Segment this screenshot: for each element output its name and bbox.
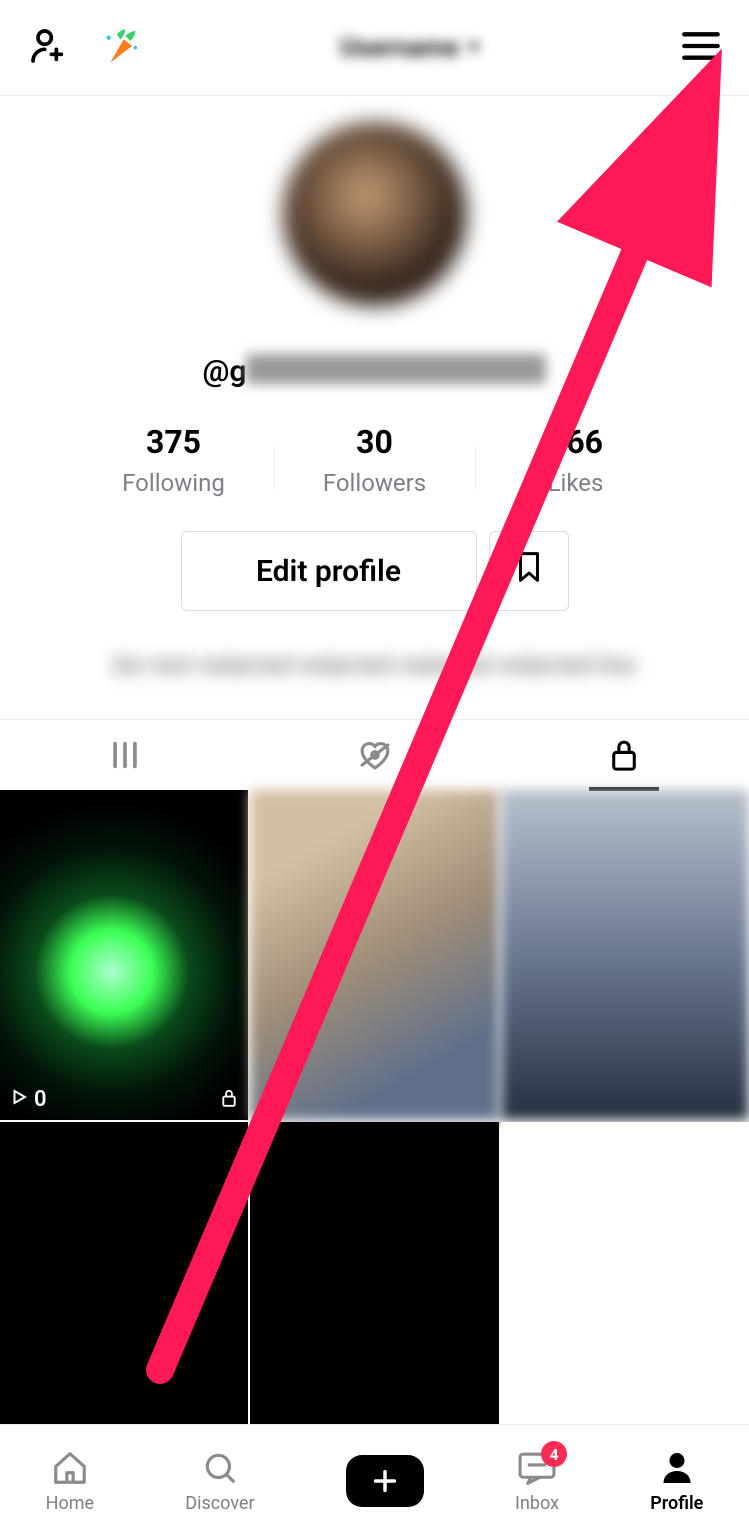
header-left xyxy=(28,26,142,70)
carrot-icon[interactable] xyxy=(102,26,142,70)
lock-small-icon xyxy=(220,1088,238,1112)
tab-liked[interactable] xyxy=(250,720,500,790)
likes-count: 166 xyxy=(476,423,676,461)
tab-posts[interactable] xyxy=(0,720,250,790)
profile-tabs xyxy=(0,719,749,790)
hamburger-menu-icon[interactable] xyxy=(681,48,721,67)
tab-private[interactable] xyxy=(499,720,749,790)
bookmark-icon xyxy=(514,550,544,592)
stats-row: 375 Following 30 Followers 166 Likes xyxy=(0,423,749,497)
following-label: Following xyxy=(74,469,274,497)
followers-count: 30 xyxy=(275,423,475,461)
stat-followers[interactable]: 30 Followers xyxy=(275,423,475,497)
profile-icon xyxy=(659,1447,695,1489)
home-icon xyxy=(51,1447,89,1489)
nav-discover-label: Discover xyxy=(185,1493,254,1514)
username: @g xyxy=(0,354,749,389)
heart-hidden-icon xyxy=(355,737,395,773)
nav-profile-label: Profile xyxy=(650,1493,703,1514)
bookmark-button[interactable] xyxy=(489,531,569,611)
nav-home-label: Home xyxy=(46,1493,94,1514)
video-thumbnail xyxy=(0,790,248,1120)
profile-action-row: Edit profile xyxy=(0,531,749,611)
video-tile[interactable]: 0 xyxy=(0,790,248,1120)
lock-icon xyxy=(608,737,640,773)
add-friend-icon[interactable] xyxy=(28,26,68,70)
nav-home[interactable]: Home xyxy=(46,1447,94,1514)
stat-likes[interactable]: 166 Likes xyxy=(476,423,676,497)
edit-profile-button[interactable]: Edit profile xyxy=(181,531,477,611)
following-count: 375 xyxy=(74,423,274,461)
bottom-nav: Home Discover 4 Inbox xyxy=(0,1424,749,1536)
video-tile[interactable] xyxy=(501,790,749,1120)
view-count-value: 0 xyxy=(34,1087,47,1112)
inbox-badge: 4 xyxy=(541,1441,567,1467)
header-display-name: Username xyxy=(340,33,459,63)
nav-discover[interactable]: Discover xyxy=(185,1447,254,1514)
username-redacted xyxy=(246,354,546,384)
profile-header: Username ▼ xyxy=(0,0,749,96)
video-thumbnail xyxy=(501,790,749,1120)
nav-profile[interactable]: Profile xyxy=(650,1447,703,1514)
video-thumbnail xyxy=(250,790,498,1120)
followers-label: Followers xyxy=(275,469,475,497)
stat-following[interactable]: 375 Following xyxy=(74,423,274,497)
nav-inbox-label: Inbox xyxy=(515,1493,559,1514)
search-icon xyxy=(201,1447,239,1489)
video-view-count: 0 xyxy=(10,1087,47,1112)
grid-tab-icon xyxy=(108,738,142,772)
edit-profile-label: Edit profile xyxy=(256,554,401,589)
avatar[interactable] xyxy=(283,122,467,306)
account-switcher[interactable]: Username ▼ xyxy=(340,33,483,63)
video-tile[interactable] xyxy=(250,1122,498,1452)
nav-create[interactable] xyxy=(346,1455,424,1507)
bio-text: bio text redacted redacted redacted reda… xyxy=(0,651,749,679)
chevron-down-icon: ▼ xyxy=(465,37,483,58)
create-button[interactable] xyxy=(346,1455,424,1507)
plus-icon xyxy=(371,1467,399,1495)
likes-label: Likes xyxy=(476,469,676,497)
nav-inbox[interactable]: 4 Inbox xyxy=(515,1447,559,1514)
inbox-icon: 4 xyxy=(517,1447,557,1489)
video-grid: 0 xyxy=(0,790,749,1453)
video-tile[interactable] xyxy=(250,790,498,1120)
username-prefix: @g xyxy=(203,354,247,389)
video-tile[interactable] xyxy=(0,1122,248,1452)
video-tile-empty xyxy=(501,1122,749,1452)
play-icon xyxy=(10,1087,28,1112)
avatar-container xyxy=(0,122,749,306)
